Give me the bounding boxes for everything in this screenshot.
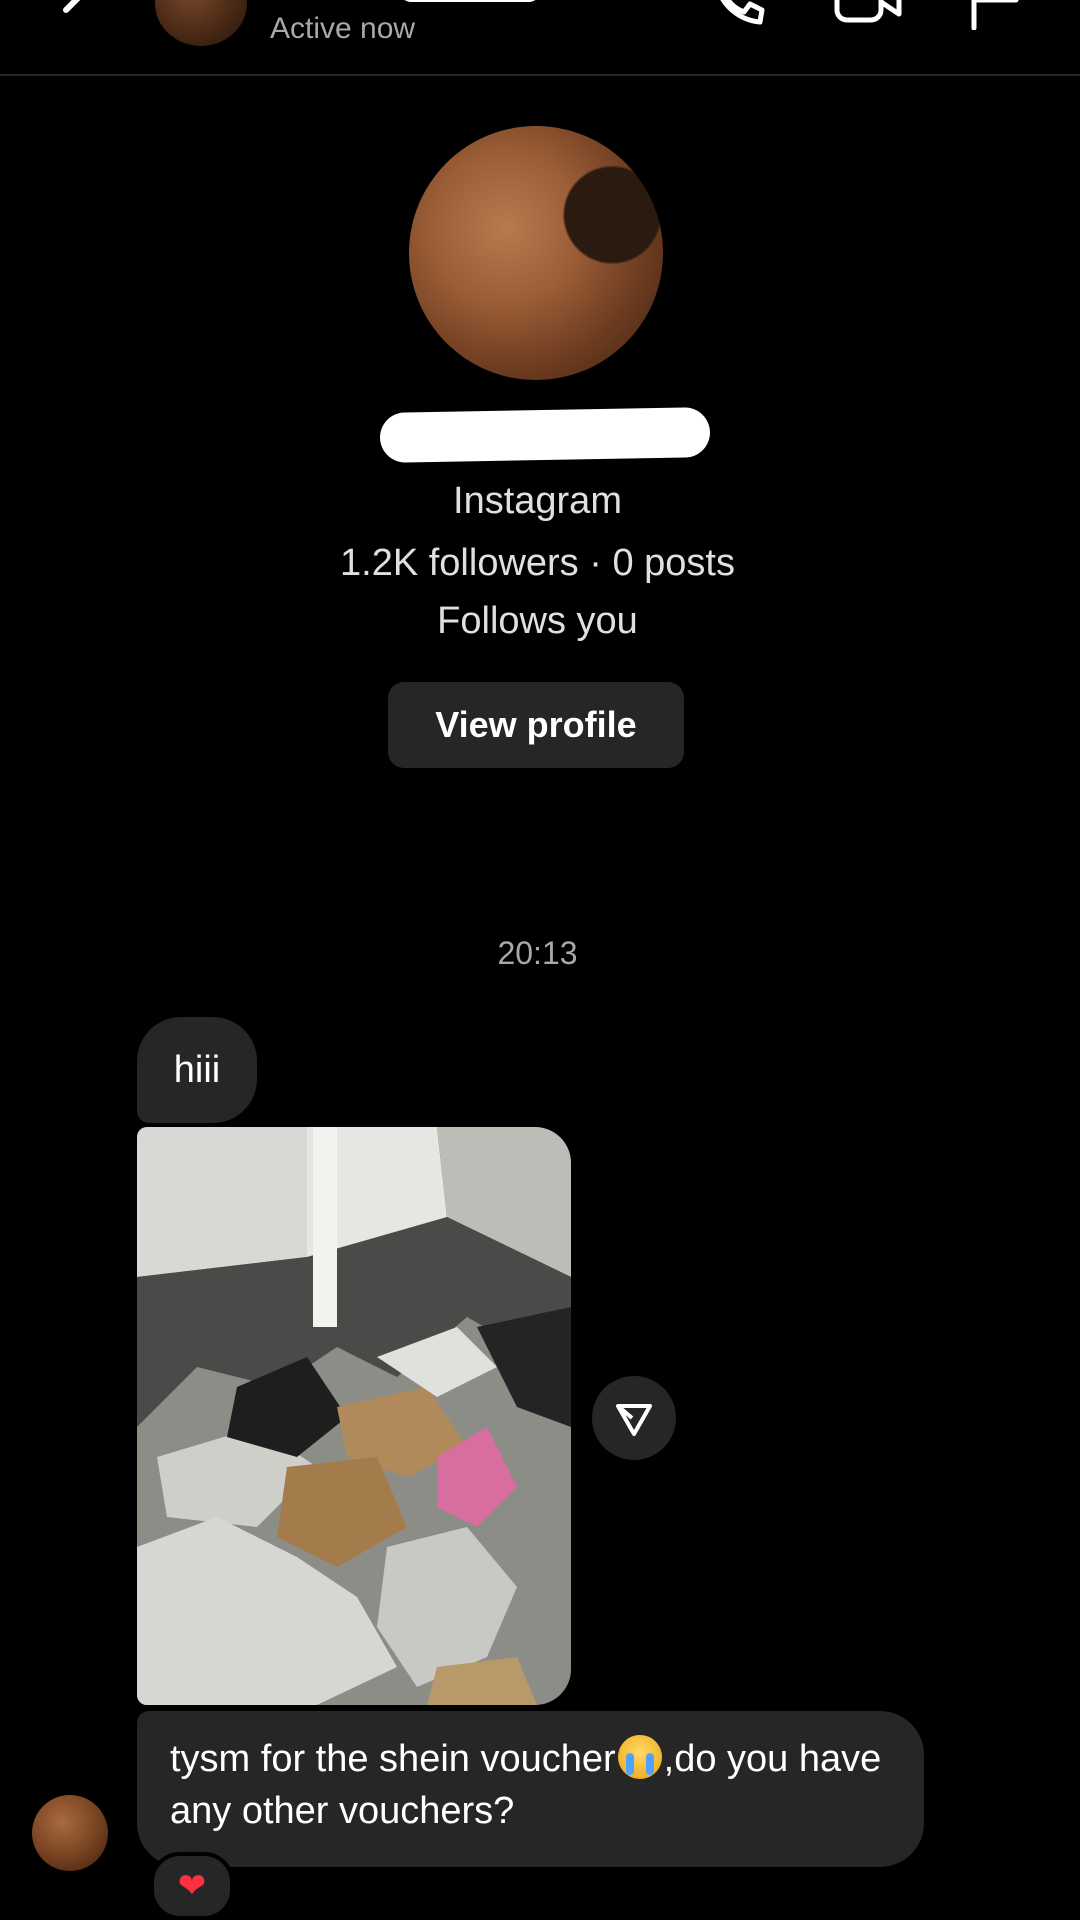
phone-icon[interactable] [708, 0, 768, 30]
message-bubble[interactable]: tysm for the shein voucher ,do you have a… [137, 1711, 924, 1867]
chat-header: Active now [0, 0, 1080, 76]
photo-image [137, 1127, 571, 1705]
message-bubble[interactable]: hiii [137, 1017, 257, 1123]
message-photo[interactable] [137, 1127, 571, 1705]
profile-platform: Instagram [453, 480, 622, 522]
message-timestamp: 20:13 [497, 935, 578, 971]
video-camera-icon[interactable] [833, 0, 903, 26]
heart-reaction[interactable]: ❤ [150, 1852, 234, 1920]
sender-avatar[interactable] [32, 1795, 108, 1871]
profile-avatar[interactable] [409, 126, 663, 380]
active-status: Active now [270, 12, 416, 45]
heart-icon: ❤ [177, 1867, 207, 1905]
message-text-part1: tysm for the shein voucher [170, 1738, 616, 1780]
back-arrow-icon[interactable] [52, 0, 112, 32]
share-button[interactable] [592, 1376, 676, 1460]
profile-stats: 1.2K followers · 0 posts [340, 542, 735, 584]
view-profile-button[interactable]: View profile [388, 682, 684, 768]
header-avatar[interactable] [155, 0, 247, 46]
message-text: hiii [173, 1049, 221, 1091]
follows-you-label: Follows you [437, 600, 638, 642]
redacted-username [400, 0, 540, 2]
flag-icon[interactable] [966, 0, 1026, 30]
redacted-profile-name [379, 407, 711, 463]
paper-plane-icon [616, 1404, 652, 1436]
crying-emoji-icon [617, 1735, 662, 1779]
